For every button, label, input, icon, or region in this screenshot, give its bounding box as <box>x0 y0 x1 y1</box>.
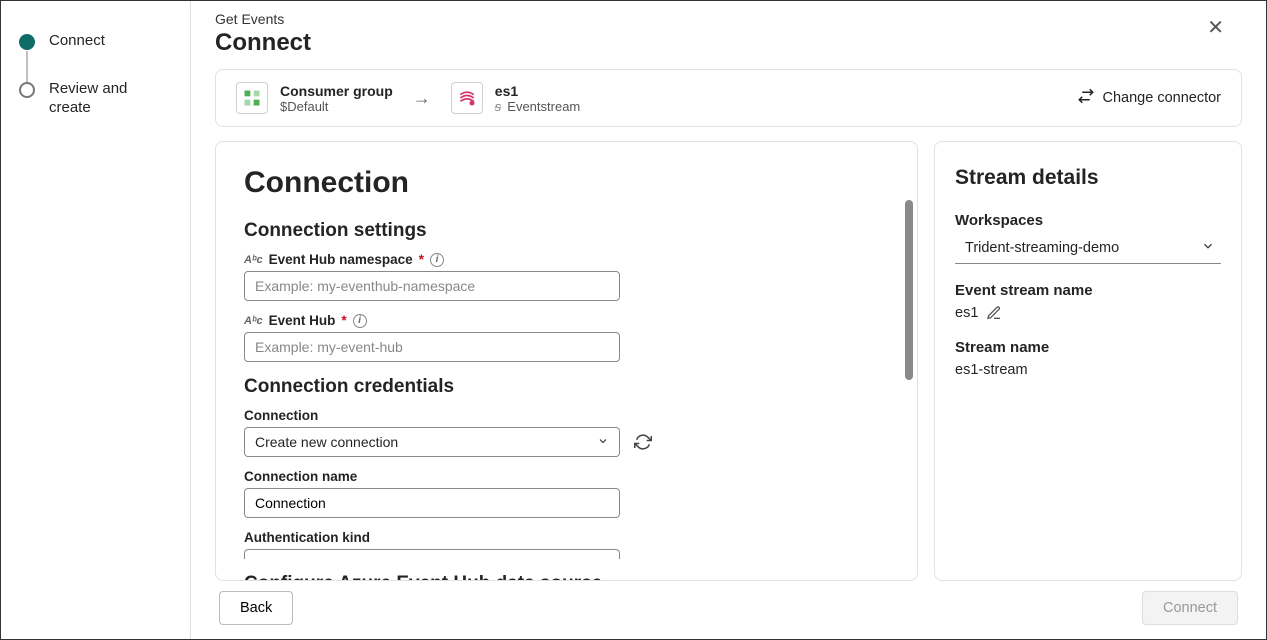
text-type-icon: Aᵇc <box>244 315 263 327</box>
connector-source: Consumer group $Default <box>236 82 393 114</box>
change-connector-button[interactable]: Change connector <box>1077 87 1222 109</box>
target-subtitle: ᵴ Eventstream <box>495 99 580 114</box>
step-dot-icon <box>19 82 35 98</box>
target-title: es1 <box>495 83 580 99</box>
section-connection-settings: Connection settings <box>244 220 889 242</box>
breadcrumb: Get Events <box>215 11 1242 27</box>
required-icon: * <box>341 313 346 328</box>
swap-icon <box>1077 87 1095 109</box>
connection-form-panel: Connection Connection settings Aᵇc Event… <box>215 141 918 581</box>
text-type-icon: Aᵇc <box>244 254 263 266</box>
section-configure-datasource: Configure Azure Event Hub data source <box>244 573 889 581</box>
connector-bar: Consumer group $Default → es1 ᵴ Eventstr… <box>215 69 1242 127</box>
namespace-label: Event Hub namespace <box>269 252 413 267</box>
step-review-create[interactable]: Review and create <box>19 79 172 118</box>
eventstream-name-label: Event stream name <box>955 282 1221 299</box>
form-heading: Connection <box>244 166 889 200</box>
edit-button[interactable] <box>986 305 1002 321</box>
source-title: Consumer group <box>280 83 393 99</box>
step-label: Connect <box>49 31 105 51</box>
field-authentication-kind: Authentication kind <box>244 530 889 559</box>
connect-button[interactable]: Connect <box>1142 591 1238 625</box>
connection-selected-value: Create new connection <box>255 434 398 450</box>
step-connect[interactable]: Connect <box>19 31 172 51</box>
consumer-group-icon <box>236 82 268 114</box>
connection-name-input[interactable] <box>244 488 620 518</box>
eventstream-icon <box>451 82 483 114</box>
source-subtitle: $Default <box>280 99 393 114</box>
streamname-label: Stream name <box>955 339 1221 356</box>
field-connection: Connection Create new connection <box>244 408 889 457</box>
scrollbar-thumb[interactable] <box>905 200 913 380</box>
workspaces-select[interactable]: Trident-streaming-demo <box>955 235 1221 264</box>
eventhub-namespace-input[interactable] <box>244 271 620 301</box>
page-title: Connect <box>215 29 1242 57</box>
close-icon: ✕ <box>1207 17 1224 39</box>
back-button[interactable]: Back <box>219 591 293 625</box>
refresh-button[interactable] <box>634 433 652 451</box>
connection-label: Connection <box>244 408 318 423</box>
details-heading: Stream details <box>955 166 1221 190</box>
required-icon: * <box>419 252 424 267</box>
streamname-value: es1-stream <box>955 362 1028 378</box>
eventstream-name-value: es1 <box>955 305 978 321</box>
connection-select[interactable]: Create new connection <box>244 427 620 457</box>
section-connection-credentials: Connection credentials <box>244 376 889 398</box>
wizard-footer: Back Connect <box>215 581 1242 639</box>
main-content: Get Events Connect ✕ Consumer group $Def… <box>191 1 1266 639</box>
connection-name-label: Connection name <box>244 469 357 484</box>
auth-kind-select[interactable] <box>244 549 620 559</box>
connector-target: es1 ᵴ Eventstream <box>451 82 580 114</box>
chevron-down-icon <box>1201 239 1215 257</box>
wizard-stepper: Connect Review and create <box>1 1 191 639</box>
chevron-down-icon <box>597 434 609 450</box>
stream-details-panel: Stream details Workspaces Trident-stream… <box>934 141 1242 581</box>
field-connection-name: Connection name <box>244 469 889 518</box>
field-eventhub: Aᵇc Event Hub * i <box>244 313 889 362</box>
step-dot-icon <box>19 34 35 50</box>
eventhub-input[interactable] <box>244 332 620 362</box>
close-button[interactable]: ✕ <box>1207 15 1224 40</box>
stream-glyph-icon: ᵴ <box>495 99 502 114</box>
step-label: Review and create <box>49 79 172 118</box>
workspaces-label: Workspaces <box>955 212 1221 229</box>
workspaces-value: Trident-streaming-demo <box>965 240 1119 256</box>
info-icon[interactable]: i <box>430 253 444 267</box>
info-icon[interactable]: i <box>353 314 367 328</box>
change-connector-label: Change connector <box>1103 90 1222 106</box>
arrow-right-icon: → <box>413 88 431 109</box>
auth-kind-label: Authentication kind <box>244 530 370 545</box>
hub-label: Event Hub <box>269 313 336 328</box>
field-eventhub-namespace: Aᵇc Event Hub namespace * i <box>244 252 889 301</box>
